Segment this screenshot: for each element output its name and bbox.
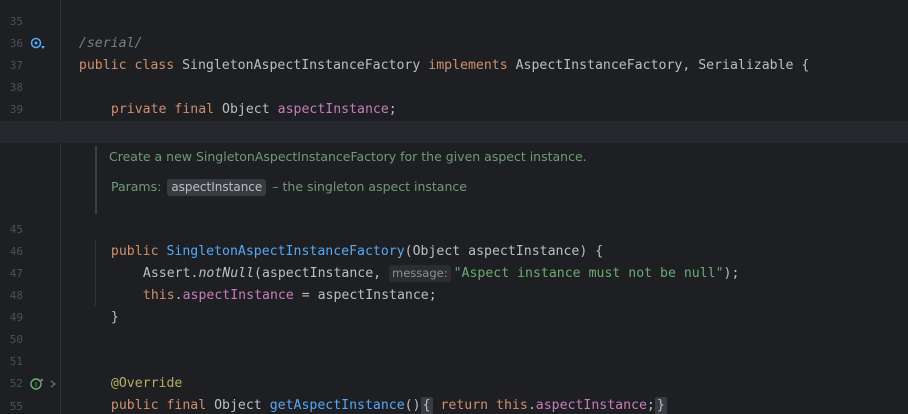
implemented-interface-icon[interactable] — [30, 37, 48, 51]
line-number: 45 — [9, 223, 23, 236]
punctuation: ); — [723, 266, 740, 281]
line-number: 49 — [9, 311, 23, 324]
chevron-right-icon[interactable] — [49, 379, 57, 389]
doc-description: Create a new SingletonAspectInstanceFact… — [109, 149, 587, 164]
doc-param-description: – the singleton aspect instance — [272, 179, 467, 194]
line-number: 48 — [9, 289, 23, 302]
line-number: 38 — [9, 81, 23, 94]
fold-open-brace[interactable]: { — [420, 397, 433, 414]
field-name: aspectInstance — [277, 102, 389, 117]
svg-text:I: I — [35, 381, 37, 389]
line-number: 52 — [9, 377, 23, 390]
line-number: 36 — [9, 37, 23, 50]
keyword: this — [496, 398, 528, 413]
punctuation: . — [174, 288, 183, 303]
code-line-35[interactable]: /serial/ — [63, 11, 143, 51]
line-number: 46 — [9, 245, 23, 258]
field-name: aspectInstance — [182, 288, 294, 303]
line-number: 37 — [9, 59, 23, 72]
line-number: 55 — [9, 400, 23, 413]
code-line-46[interactable]: Assert.notNull(aspectInstance, message: "… — [127, 241, 739, 282]
keyword: this — [142, 288, 175, 303]
line-number: 47 — [9, 267, 23, 280]
class-name: SingletonAspectInstanceFactory — [182, 58, 429, 73]
code-line-52[interactable]: public final Object getAspectInstance(){… — [95, 373, 667, 414]
field-name: aspectInstance — [535, 398, 647, 413]
type-name: Object — [214, 398, 270, 413]
assignment: = aspectInstance; — [293, 288, 437, 303]
method-name: getAspectInstance — [269, 398, 405, 413]
doc-param-name: aspectInstance — [167, 179, 267, 196]
type-name: Object — [222, 102, 278, 117]
line-gutter: 35 36 37 38 39 40 45 46 47 48 49 50 51 5… — [0, 0, 61, 414]
code-line-38[interactable]: private final Object aspectInstance; — [95, 77, 397, 117]
code-line-36[interactable]: public class SingletonAspectInstanceFact… — [63, 33, 809, 73]
doc-params-label: Params: — [111, 179, 162, 194]
line-number: 39 — [9, 103, 23, 116]
line-number: 35 — [9, 15, 23, 28]
rendered-javadoc[interactable]: Create a new SingletonAspectInstanceFact… — [95, 146, 695, 214]
punctuation: ; — [388, 102, 397, 117]
keyword: public final — [110, 398, 215, 413]
current-line-highlight — [0, 121, 908, 143]
line-number: 51 — [9, 355, 23, 368]
string-literal: "Aspect instance must not be null" — [453, 266, 724, 281]
punctuation: . — [527, 398, 536, 413]
code-line-51[interactable]: @Override — [95, 351, 182, 391]
keyword: public class — [78, 58, 183, 73]
keyword: return — [432, 398, 497, 413]
keyword: implements — [428, 58, 516, 73]
punctuation: () — [404, 398, 421, 413]
doc-params: Params: aspectInstance – the singleton a… — [111, 179, 467, 196]
fold-close-brace[interactable]: } — [654, 397, 667, 414]
punctuation: ; — [646, 398, 655, 413]
interfaces: AspectInstanceFactory, Serializable { — [515, 58, 810, 73]
code-line-47[interactable]: this.aspectInstance = aspectInstance; — [127, 263, 437, 303]
code-line-45[interactable]: public SingletonAspectInstanceFactory(Ob… — [95, 219, 603, 259]
line-number: 50 — [9, 333, 23, 346]
implements-method-icon[interactable]: I — [30, 377, 44, 391]
keyword: private final — [110, 102, 223, 117]
code-line-48[interactable]: } — [95, 285, 119, 325]
closing-brace: } — [110, 310, 119, 325]
